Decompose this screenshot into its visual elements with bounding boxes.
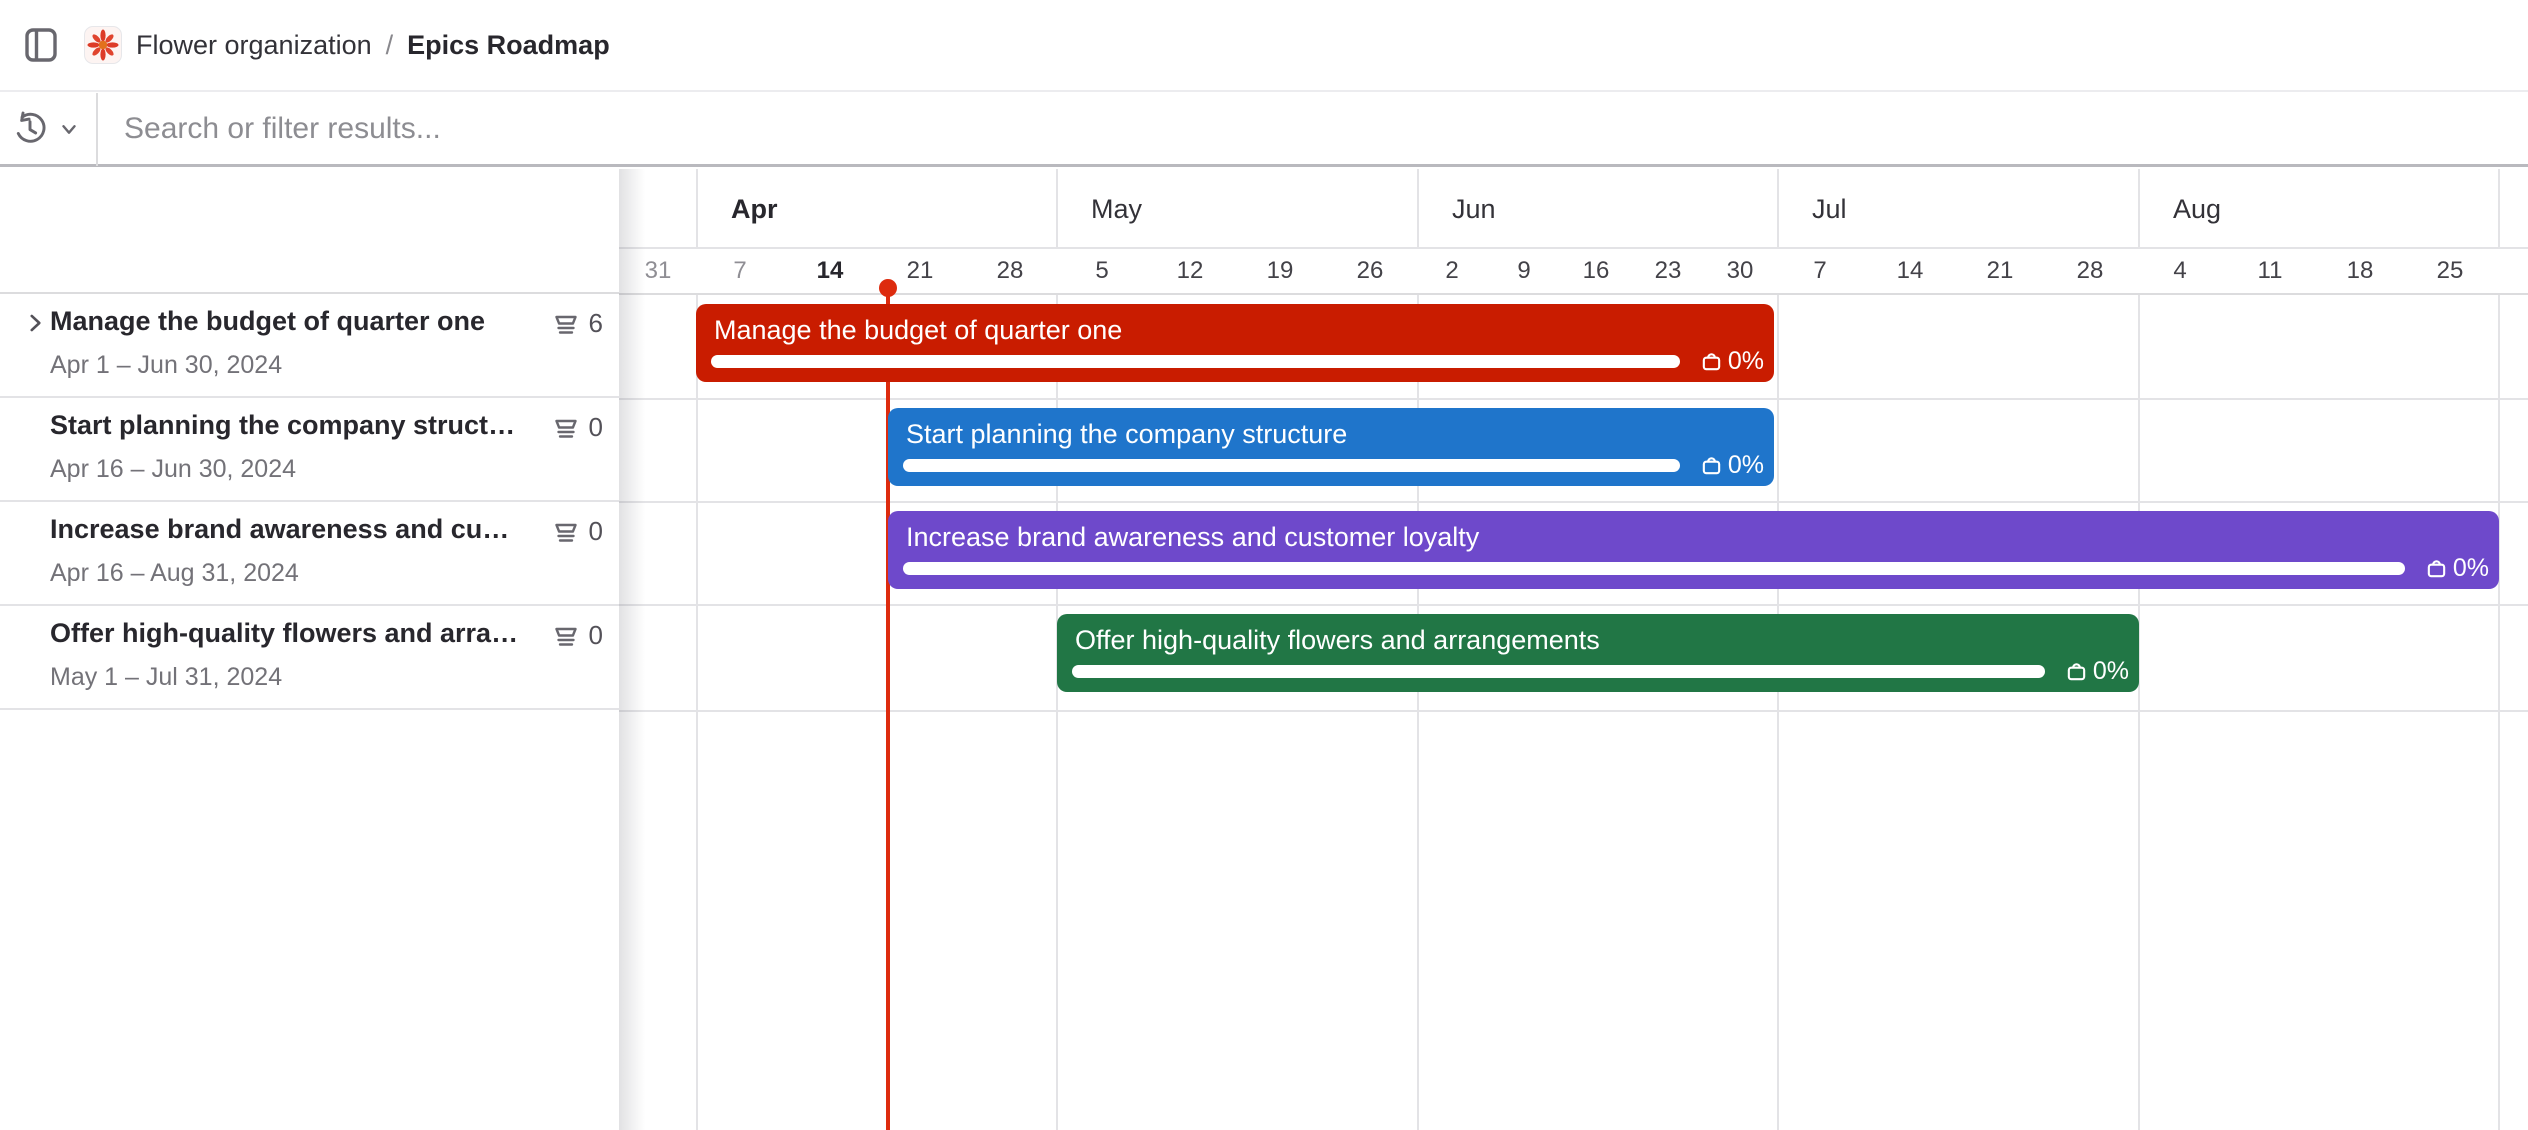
epic-title[interactable]: Manage the budget of quarter one [50,306,520,337]
week-label: 26 [1357,249,1384,293]
week-label: 9 [1517,249,1530,293]
organization-avatar[interactable] [84,26,122,64]
week-label: 14 [1897,249,1924,293]
epic-list-item-manage-budget[interactable]: Manage the budget of quarter one Apr 1 –… [0,294,619,398]
epic-title[interactable]: Start planning the company structure [50,410,520,441]
grid-line-month [2498,169,2500,1130]
epic-icon [551,309,581,339]
epic-icon [551,413,581,443]
top-bar: Flower organization / Epics Roadmap [0,0,2528,92]
week-label: 4 [2173,249,2186,293]
week-label: 28 [997,249,1024,293]
week-label: 23 [1655,249,1682,293]
epic-date-range: Apr 16 – Aug 31, 2024 [50,559,299,588]
week-label: 2 [1445,249,1458,293]
month-label: Apr [731,169,778,247]
weight-icon [2065,660,2088,683]
sidebar-header-spacer [0,169,619,294]
week-label: 5 [1095,249,1108,293]
epic-progress-meta: 0% [1700,451,1764,480]
sidebar-toggle-button[interactable] [24,27,58,63]
month-label: Aug [2173,169,2221,247]
breadcrumb-separator: / [386,30,394,61]
chevron-right-icon[interactable] [22,310,48,336]
epic-bar-title: Increase brand awareness and customer lo… [906,522,2379,553]
epic-child-count-value: 0 [589,516,603,547]
epic-list-item-company-structure[interactable]: Start planning the company structure Apr… [0,398,619,502]
breadcrumb: Flower organization / Epics Roadmap [136,30,610,61]
epic-progress-track [903,562,2405,575]
week-label: 30 [1727,249,1754,293]
flower-icon [87,29,119,61]
epic-child-count-value: 0 [589,412,603,443]
epic-child-count: 0 [551,412,603,443]
history-icon [12,111,48,147]
epic-title[interactable]: Increase brand awareness and customer lo… [50,514,520,545]
epic-date-range: Apr 16 – Jun 30, 2024 [50,455,296,484]
filter-bar [0,94,2528,167]
epic-bar-brand-awareness[interactable]: Increase brand awareness and customer lo… [888,511,2499,589]
epic-bar-flowers-arrangements[interactable]: Offer high-quality flowers and arrangeme… [1057,614,2139,692]
epic-child-count-value: 6 [589,308,603,339]
epic-progress-track [903,459,1680,472]
week-label: 18 [2347,249,2374,293]
week-label: 31 [645,249,672,293]
epic-bar-title: Start planning the company structure [906,419,1654,450]
epic-progress-track [711,355,1680,368]
epic-progress-track [1072,665,2045,678]
weight-icon [1700,454,1723,477]
chevron-down-icon [58,118,80,140]
epic-icon [551,621,581,651]
epic-progress-meta: 0% [1700,347,1764,376]
week-label: 21 [907,249,934,293]
epic-progress-meta: 0% [2425,554,2489,583]
epic-icon [551,517,581,547]
epic-progress-percent: 0% [2453,554,2489,583]
epic-progress-percent: 0% [1728,451,1764,480]
epic-progress-meta: 0% [2065,657,2129,686]
epic-bar-company-structure[interactable]: Start planning the company structure 0% [888,408,1774,486]
week-label: 11 [2258,249,2283,293]
breadcrumb-page-title: Epics Roadmap [407,30,610,61]
epic-progress-percent: 0% [1728,347,1764,376]
epic-date-range: Apr 1 – Jun 30, 2024 [50,351,282,380]
roadmap-chart: Apr May Jun Jul Aug 31 7 14 21 28 5 12 1… [0,169,2528,1130]
epic-child-count-value: 0 [589,620,603,651]
month-label: May [1091,169,1142,247]
epic-bar-title: Offer high-quality flowers and arrangeme… [1075,625,2019,656]
week-label: 19 [1267,249,1294,293]
epic-bar-manage-budget[interactable]: Manage the budget of quarter one 0% [696,304,1774,382]
breadcrumb-org-link[interactable]: Flower organization [136,30,372,61]
week-label: 28 [2077,249,2104,293]
week-label: 21 [1987,249,2014,293]
month-label: Jul [1812,169,1847,247]
epic-list-item-brand-awareness[interactable]: Increase brand awareness and customer lo… [0,502,619,606]
today-marker-dot [879,279,897,297]
epic-list-sidebar: Manage the budget of quarter one Apr 1 –… [0,169,619,1130]
epic-bar-title: Manage the budget of quarter one [714,315,1654,346]
month-label: Jun [1452,169,1496,247]
sidebar-edge-shadow [619,169,645,1130]
week-label: 25 [2437,249,2464,293]
epic-progress-percent: 0% [2093,657,2129,686]
epic-title[interactable]: Offer high-quality flowers and arrangeme… [50,618,520,649]
week-label: 12 [1177,249,1204,293]
search-input[interactable] [98,94,2528,164]
week-label: 16 [1583,249,1610,293]
epic-child-count: 6 [551,308,603,339]
weight-icon [1700,350,1723,373]
epic-child-count: 0 [551,516,603,547]
recent-searches-dropdown[interactable] [12,111,80,147]
epic-list-item-flowers-arrangements[interactable]: Offer high-quality flowers and arrangeme… [0,606,619,710]
epic-child-count: 0 [551,620,603,651]
week-label: 14 [817,249,844,293]
weight-icon [2425,557,2448,580]
week-label: 7 [1813,249,1826,293]
epic-date-range: May 1 – Jul 31, 2024 [50,663,282,692]
week-label: 7 [733,249,746,293]
